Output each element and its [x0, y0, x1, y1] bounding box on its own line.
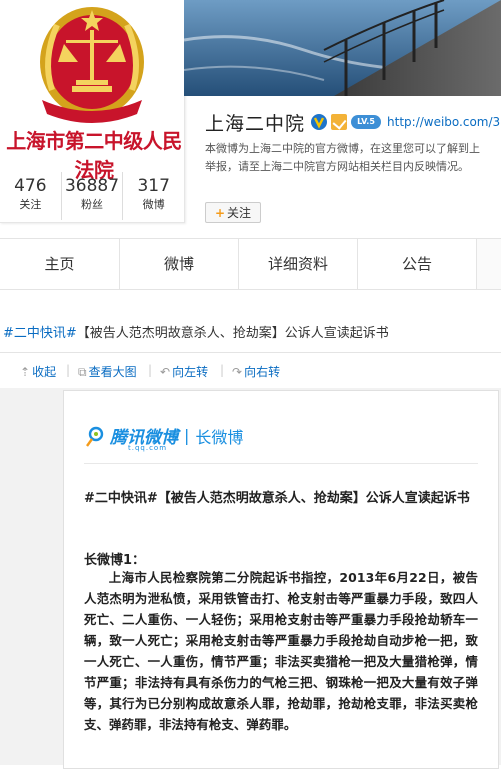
tab-label: 微博 — [163, 255, 194, 273]
rotate-left-button[interactable]: ↶ 向左转 — [160, 363, 208, 380]
brand-domain: t.qq.com — [128, 444, 168, 452]
member-badge-icon[interactable] — [331, 114, 348, 130]
follow-button[interactable]: + 关注 — [205, 202, 261, 223]
stat-label: 关注 — [19, 198, 42, 211]
stat-followers[interactable]: 36887 粉丝 — [62, 172, 124, 220]
toolbar-divider: | — [148, 363, 153, 377]
description-line: 举报，请至上海二中院官方网站相关栏目内反映情况。 — [205, 160, 469, 173]
stat-label: 粉丝 — [81, 198, 103, 211]
rotate-right-icon: ↷ — [232, 365, 243, 379]
profile-name: 上海二中院 — [205, 112, 306, 135]
stat-posts[interactable]: 317 微博 — [123, 172, 184, 220]
post-image-frame: 腾讯微博 | 长微博 t.qq.com #二中快讯#【被告人范杰明故意杀人、抢劫… — [0, 388, 501, 769]
image-toolbar: ⇡ 收起 | ⧉ 查看大图 | ↶ 向左转 | ↷ 向右转 — [0, 352, 501, 389]
post-title-text: 【被告人范杰明故意杀人、抢劫案】公诉人宣读起诉书 — [76, 326, 389, 341]
hashtag-link[interactable]: #二中快讯# — [3, 326, 77, 341]
long-weibo-heading: #二中快讯#【被告人范杰明故意杀人、抢劫案】公诉人宣读起诉书 — [84, 491, 470, 506]
follow-label: 关注 — [227, 206, 252, 220]
profile-title-row: 上海二中院 LV.5 http://weibo.com/371 — [205, 108, 501, 136]
profile-description: 本微博为上海二中院的官方微博，在这里您可以了解到上 举报，请至上海二中院官方网站… — [205, 140, 501, 176]
divider — [84, 463, 478, 464]
tab-profile-details[interactable]: 详细资料 — [239, 239, 358, 289]
rotate-left-label: 向左转 — [172, 365, 209, 379]
stat-label: 微博 — [142, 198, 165, 211]
long-weibo-body: 上海市人民检察院第二分院起诉书指控，2013年6月22日，被告人范杰明为泄私愤，… — [84, 570, 478, 732]
rotate-right-label: 向右转 — [244, 365, 281, 379]
product-name: 长微博 — [195, 427, 244, 447]
stat-value: 476 — [14, 176, 47, 196]
tab-label: 主页 — [44, 255, 75, 273]
tencent-weibo-logo: 腾讯微博 | 长微博 t.qq.com — [84, 423, 244, 452]
profile-card: 上海市第二中级人民法院 476 关注 36887 粉丝 317 微博 — [0, 0, 185, 223]
long-weibo-image[interactable]: 腾讯微博 | 长微博 t.qq.com #二中快讯#【被告人范杰明故意杀人、抢劫… — [63, 390, 499, 769]
collapse-button[interactable]: ⇡ 收起 — [20, 363, 56, 380]
view-large-label: 查看大图 — [88, 365, 137, 379]
stat-following[interactable]: 476 关注 — [0, 172, 62, 220]
toolbar-divider: | — [66, 363, 71, 377]
collapse-label: 收起 — [32, 365, 57, 379]
verified-v-icon[interactable] — [311, 114, 328, 130]
rotate-left-icon: ↶ — [160, 365, 171, 379]
stat-value: 36887 — [64, 176, 120, 196]
view-large-button[interactable]: ⧉ 查看大图 — [78, 363, 137, 380]
plus-icon: + — [214, 206, 226, 220]
tab-home[interactable]: 主页 — [0, 239, 120, 289]
toolbar-divider: | — [220, 363, 225, 377]
cover-photo — [184, 0, 501, 96]
level-badge[interactable]: LV.5 — [351, 115, 382, 129]
external-view-icon: ⧉ — [78, 365, 87, 379]
collapse-up-arrow-icon: ⇡ — [20, 365, 31, 379]
tencent-weibo-icon — [86, 426, 104, 447]
tab-label: 公告 — [401, 255, 432, 273]
tab-weibo[interactable]: 微博 — [120, 239, 239, 289]
profile-stats: 476 关注 36887 粉丝 317 微博 — [0, 172, 184, 220]
rotate-right-button[interactable]: ↷ 向右转 — [232, 363, 280, 380]
description-line: 本微博为上海二中院的官方微博，在这里您可以了解到上 — [205, 142, 480, 155]
profile-url-link[interactable]: http://weibo.com/371 — [387, 115, 501, 129]
long-weibo-label: 长微博1： — [84, 553, 146, 568]
avatar[interactable]: 上海市第二中级人民法院 — [2, 0, 182, 182]
profile-nav: 主页 微博 详细资料 公告 — [0, 238, 501, 290]
post-text: #二中快讯#【被告人范杰明故意杀人、抢劫案】公诉人宣读起诉书 — [3, 322, 389, 341]
brand-separator: | — [184, 426, 190, 445]
tab-announcement[interactable]: 公告 — [358, 239, 477, 289]
tab-label: 详细资料 — [267, 255, 328, 273]
stat-value: 317 — [137, 176, 170, 196]
